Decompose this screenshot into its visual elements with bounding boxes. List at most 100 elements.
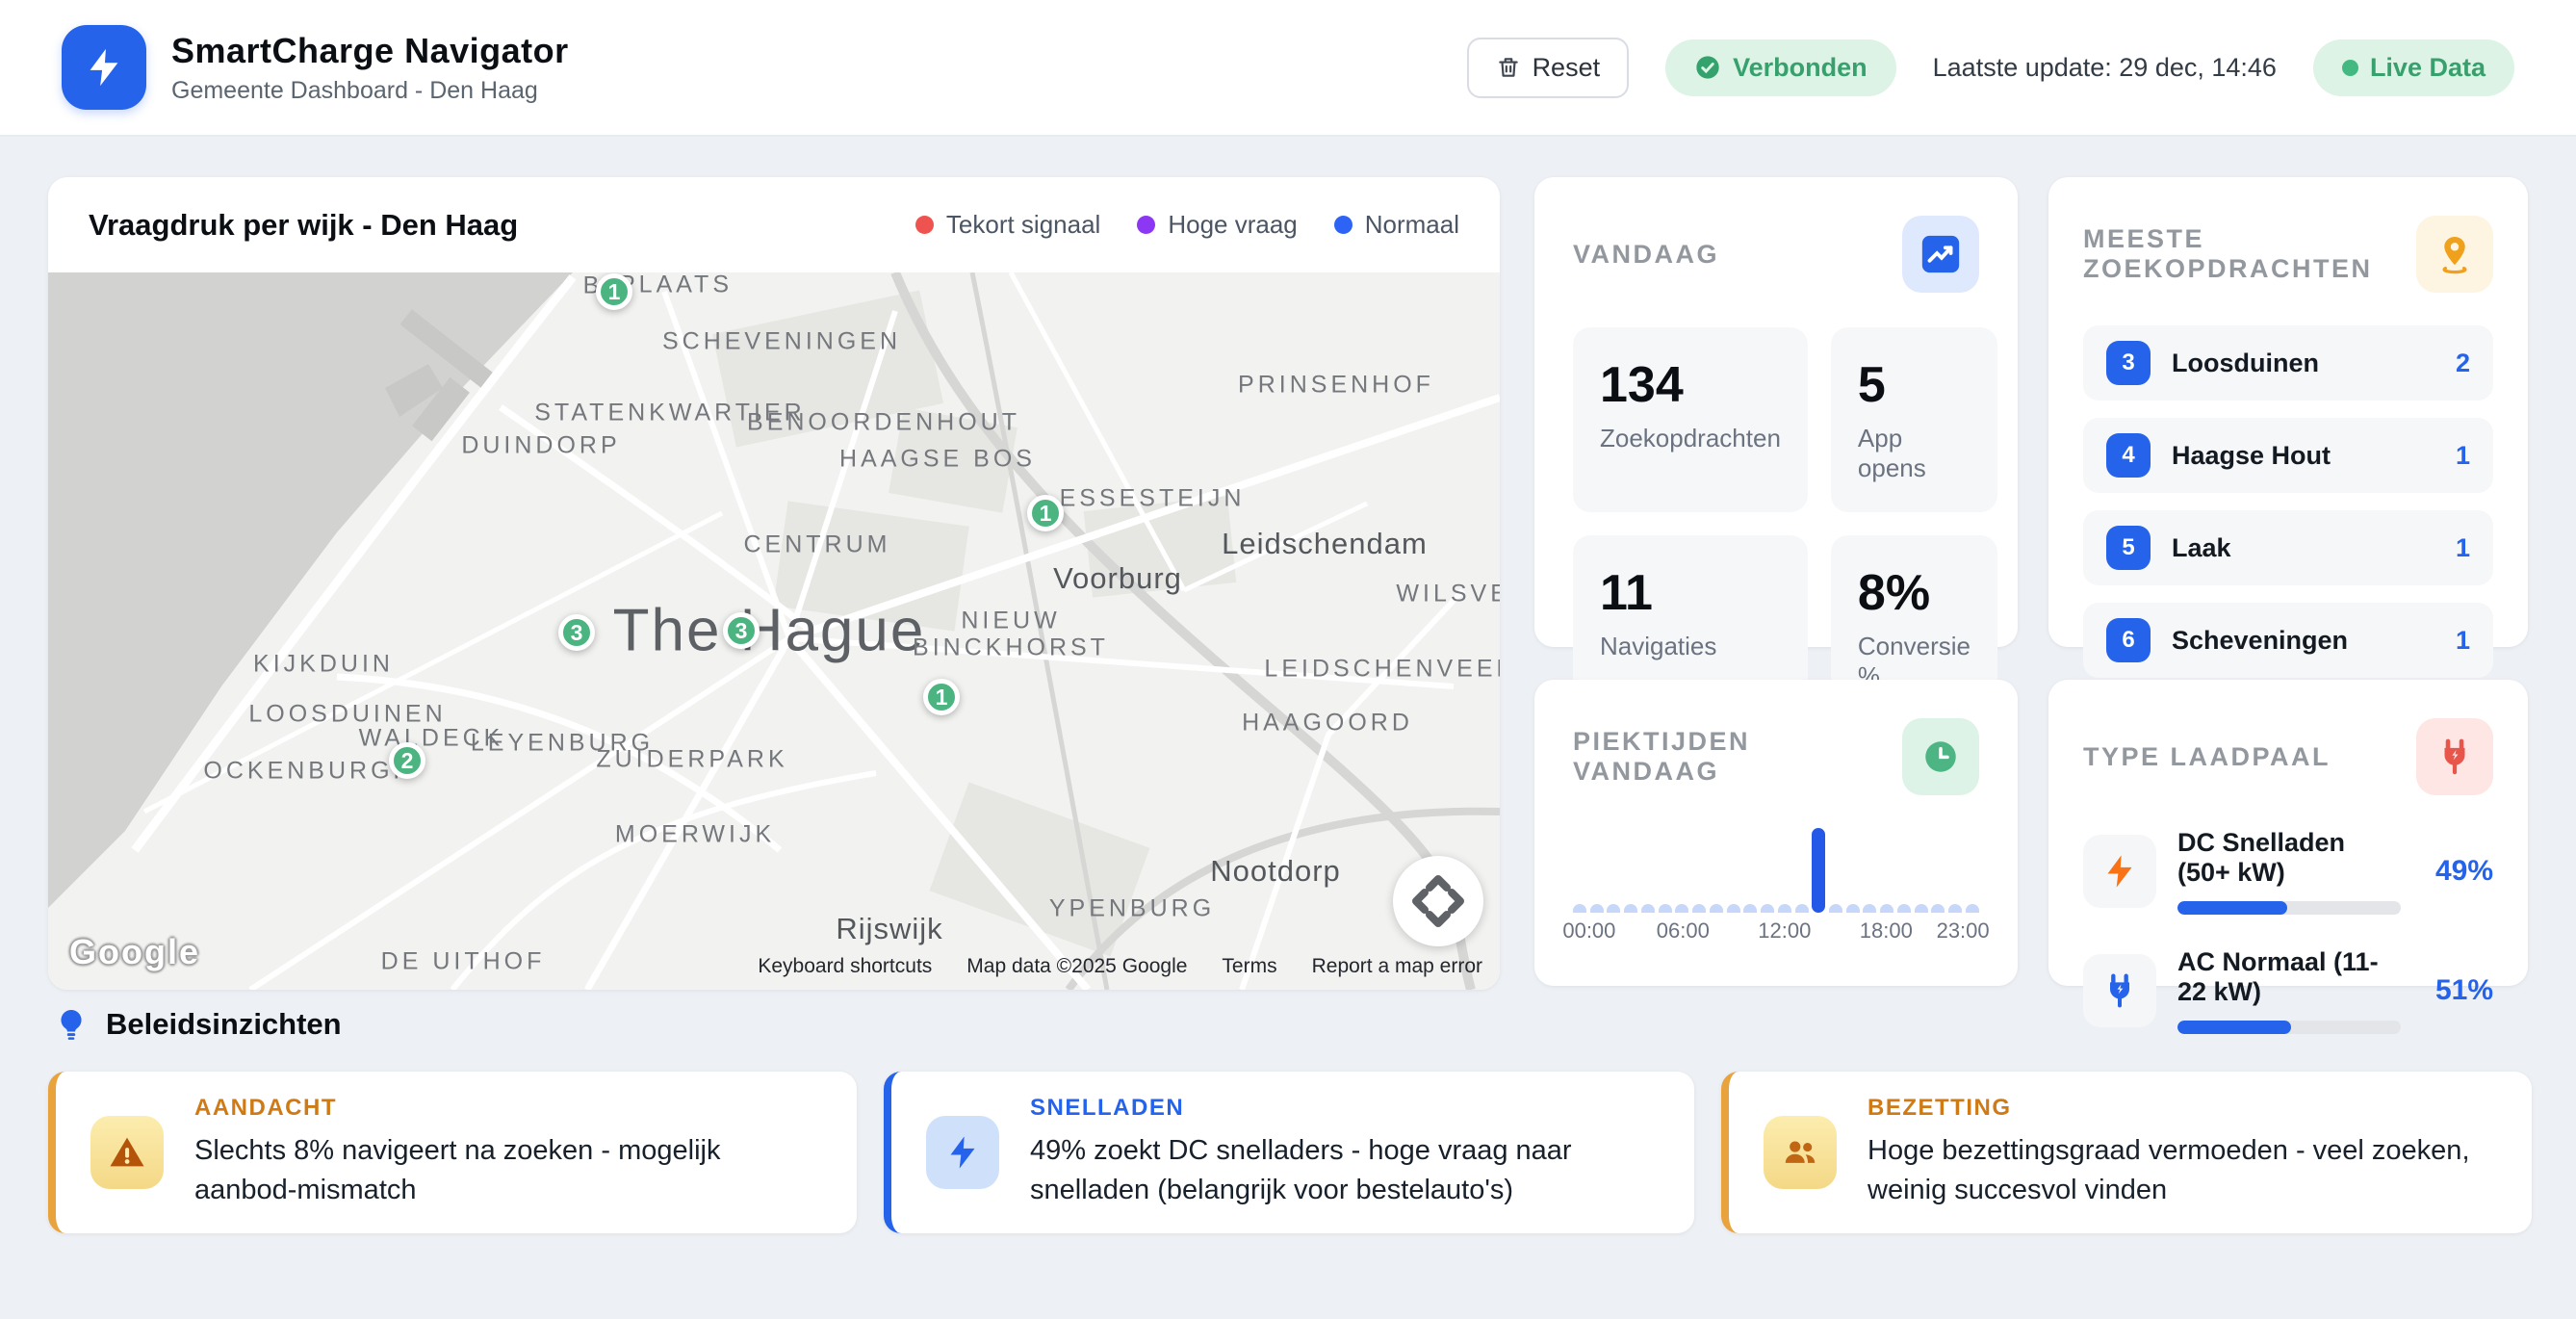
map-label-text: HAAGSE BOS: [839, 446, 1036, 473]
peak-chart-axis: 00:0006:0012:0018:0023:00: [1573, 918, 1979, 945]
stat-tile: 134 Zoekopdrachten: [1573, 327, 1808, 512]
map-label-text: ZUIDERPARK: [596, 746, 787, 773]
dc-percentage: 49%: [2435, 855, 2493, 888]
map-pin-icon: [2433, 232, 2477, 276]
legend-dot-icon: [1334, 216, 1352, 234]
peak-bar: [1846, 904, 1860, 913]
lightning-icon: [82, 45, 126, 90]
map-district-label: WILSVEE: [1396, 581, 1500, 608]
marker-count: 1: [1040, 501, 1052, 527]
legend-item: Hoge vraag: [1137, 210, 1297, 240]
google-logo[interactable]: Google: [69, 932, 200, 972]
plug-red-icon: [2434, 737, 2475, 777]
report-error-link[interactable]: Report a map error: [1312, 955, 1482, 978]
map-marker[interactable]: 3: [558, 614, 595, 651]
peak-bar: [1607, 904, 1620, 913]
marker-count: 1: [608, 279, 621, 305]
legend-dot-icon: [1137, 216, 1155, 234]
stat-value: 5: [1858, 356, 1971, 414]
map-district-label: The Hague: [613, 597, 926, 665]
map-marker[interactable]: 1: [1027, 495, 1064, 531]
stat-label: Navigaties: [1600, 632, 1781, 661]
peak-bar: [1897, 904, 1911, 913]
warning-triangle-icon: [107, 1132, 147, 1173]
peak-bar: [1727, 904, 1740, 913]
peak-bar: [1829, 904, 1842, 913]
map-district-label: SCHEVENINGEN: [662, 328, 901, 356]
charger-row-dc: DC Snelladen (50+ kW) 49%: [2083, 828, 2493, 915]
map-marker[interactable]: 3: [723, 612, 760, 649]
reset-label: Reset: [1533, 53, 1601, 83]
search-row: 5 Laak 1: [2083, 510, 2493, 585]
insights-header: Beleidsinzichten: [54, 1007, 342, 1042]
legend-dot-icon: [915, 216, 934, 234]
insight-card-aandacht: AANDACHT Slechts 8% navigeert na zoeken …: [48, 1072, 857, 1233]
page-title: SmartCharge Navigator: [171, 31, 569, 71]
map-label-text: The Hague: [613, 598, 926, 664]
map-district-label: KIJKDUIN: [253, 651, 394, 679]
insights-title: Beleidsinzichten: [106, 1007, 342, 1042]
peak-bar: [1761, 904, 1774, 913]
peak-bar: [1795, 904, 1809, 913]
lightning-blue-icon: [943, 1133, 982, 1172]
clock-chip: [1902, 718, 1979, 795]
ac-icon-tile: [2083, 954, 2156, 1027]
reset-button[interactable]: Reset: [1467, 38, 1630, 98]
map-label-text: HAAGOORD: [1242, 710, 1413, 737]
map-label-text: KIJKDUIN: [253, 651, 394, 678]
map-label-text: LOOSDUINEN: [248, 701, 446, 728]
map-label-text: LEIDSCHENVEEN: [1264, 656, 1500, 683]
ac-progress-track: [2177, 1021, 2401, 1034]
plug-chip: [2416, 718, 2493, 795]
dc-label: DC Snelladen (50+ kW): [2177, 828, 2401, 888]
terms-link[interactable]: Terms: [1222, 955, 1276, 978]
peak-bar: [1641, 904, 1655, 913]
today-title: VANDAAG: [1573, 240, 1719, 270]
map-title: Vraagdruk per wijk - Den Haag: [89, 208, 518, 243]
map-label-text: Rijswijk: [836, 912, 942, 945]
map-district-label: LEIDSCHENVEEN: [1264, 656, 1500, 684]
marker-count: 1: [936, 685, 948, 711]
legend-item: Tekort signaal: [915, 210, 1100, 240]
map-label-text: PRINSENHOF: [1238, 372, 1434, 399]
map-label-text: Voorburg: [1053, 561, 1182, 595]
app-header: SmartCharge Navigator Gemeente Dashboard…: [0, 0, 2576, 137]
map-label-text: Nootdorp: [1210, 854, 1341, 888]
insight-label: SNELLADEN: [1030, 1095, 1646, 1122]
map-district-label: YPENBURG: [1049, 895, 1215, 923]
map-panel: Vraagdruk per wijk - Den Haag Tekort sig…: [48, 177, 1500, 990]
marker-count: 3: [735, 618, 748, 644]
peak-bar: [1915, 904, 1928, 913]
top-searches-list: 3 Loosduinen 2 4 Haagse Hout 1 5 Laak 1: [2083, 325, 2493, 678]
search-count: 1: [2456, 441, 2470, 471]
insight-card-bezetting: BEZETTING Hoge bezettingsgraad vermoeden…: [1721, 1072, 2532, 1233]
search-count: 2: [2456, 349, 2470, 378]
pin-chip: [2416, 216, 2493, 293]
district-name: Scheveningen: [2172, 626, 2348, 656]
map-district-label: MOERWIJK: [615, 821, 775, 849]
map-marker[interactable]: 1: [596, 273, 632, 310]
peak-bar: [1624, 904, 1637, 913]
google-map[interactable]: B PLAATS SCHEVENINGEN STATENKWARTIER DUI…: [48, 272, 1500, 990]
smartcharge-dashboard: SmartCharge Navigator Gemeente Dashboard…: [0, 0, 2576, 1319]
map-marker[interactable]: 2: [389, 742, 425, 779]
axis-tick-label: 00:00: [1562, 918, 1615, 944]
search-count: 1: [2456, 626, 2470, 656]
insight-text: Hoge bezettingsgraad vermoeden - veel zo…: [1868, 1131, 2497, 1209]
map-label-text: ESSESTEIJN: [1060, 485, 1246, 512]
map-label-text: CENTRUM: [744, 531, 891, 558]
peak-bar: [1590, 904, 1604, 913]
keyboard-shortcuts-link[interactable]: Keyboard shortcuts: [758, 955, 932, 978]
map-pan-control[interactable]: [1393, 856, 1483, 946]
marker-count: 3: [571, 620, 583, 646]
clock-icon: [1920, 737, 1961, 777]
map-label-text: BENOORDENHOUT: [747, 409, 1020, 436]
axis-tick-label: 18:00: [1860, 918, 1913, 944]
map-marker[interactable]: 1: [923, 679, 960, 715]
peak-bar: [1659, 904, 1672, 913]
legend-item: Normaal: [1334, 210, 1459, 240]
rank-badge: 6: [2106, 618, 2151, 662]
check-circle-icon: [1694, 54, 1721, 81]
insight-text: 49% zoekt DC snelladers - hoge vraag naa…: [1030, 1131, 1646, 1209]
district-name: Haagse Hout: [2172, 441, 2331, 471]
